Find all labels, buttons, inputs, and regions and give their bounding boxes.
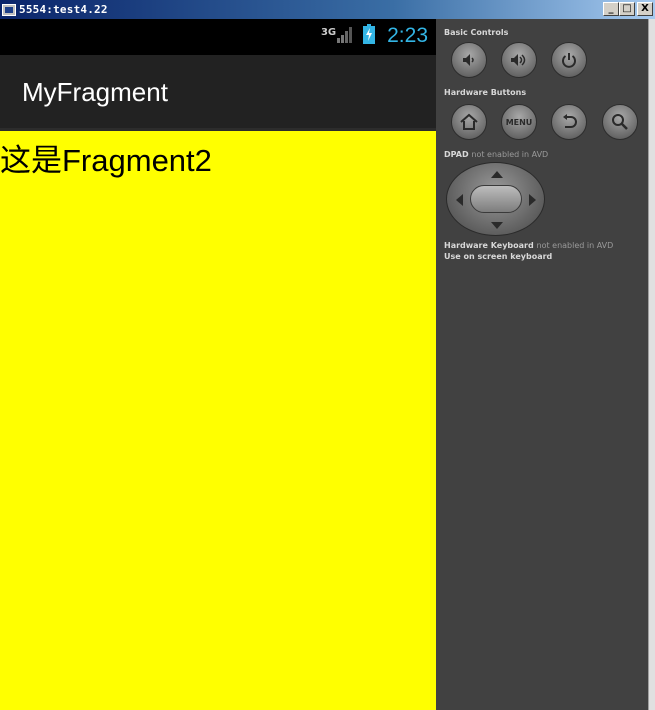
window-titlebar[interactable]: 5554:test4.22 _ □ X bbox=[0, 0, 655, 19]
volume-up-button[interactable] bbox=[501, 42, 537, 78]
search-icon bbox=[611, 113, 629, 131]
back-button[interactable] bbox=[551, 104, 587, 140]
volume-down-button[interactable] bbox=[451, 42, 487, 78]
network-type-label: 3G bbox=[320, 26, 337, 38]
minimize-button[interactable]: _ bbox=[603, 2, 619, 16]
keyboard-label-row: Hardware Keyboard not enabled in AVD bbox=[444, 241, 613, 250]
status-icons: 3G 2:23 bbox=[321, 24, 428, 48]
search-button[interactable] bbox=[602, 104, 638, 140]
back-icon bbox=[560, 113, 578, 131]
action-bar: MyFragment bbox=[0, 55, 436, 131]
menu-button[interactable]: MENU bbox=[501, 104, 537, 140]
dpad-label-row: DPAD not enabled in AVD bbox=[444, 150, 548, 159]
close-button[interactable]: X bbox=[637, 2, 653, 16]
dpad-center-button[interactable] bbox=[470, 185, 522, 213]
dpad-up-icon[interactable] bbox=[491, 171, 503, 178]
status-time: 2:23 bbox=[387, 24, 428, 47]
fragment-text: 这是Fragment2 bbox=[0, 143, 212, 178]
home-icon bbox=[459, 113, 479, 131]
keyboard-hint: Use on screen keyboard bbox=[444, 252, 553, 261]
menu-icon: MENU bbox=[505, 117, 533, 127]
dpad-note: not enabled in AVD bbox=[471, 150, 549, 159]
dpad[interactable] bbox=[446, 162, 545, 236]
power-button[interactable] bbox=[551, 42, 587, 78]
emulator-controls-panel: Basic Controls Hardware Buttons MENU DPA… bbox=[436, 19, 648, 710]
dpad-left-icon[interactable] bbox=[456, 194, 463, 206]
keyboard-note: not enabled in AVD bbox=[536, 241, 614, 250]
dpad-label: DPAD bbox=[444, 150, 469, 159]
maximize-button[interactable]: □ bbox=[619, 2, 635, 16]
phone-screen: 3G 2:23 MyFragment 这是Fragment2 bbox=[0, 19, 436, 710]
volume-down-icon bbox=[460, 51, 478, 69]
window-scrollbar[interactable] bbox=[648, 19, 655, 710]
window-title: 5554:test4.22 bbox=[19, 3, 108, 16]
status-bar: 3G 2:23 bbox=[0, 19, 436, 55]
app-title: MyFragment bbox=[22, 77, 168, 107]
window-buttons: _ □ X bbox=[603, 2, 653, 16]
app-window-icon bbox=[2, 3, 16, 16]
keyboard-label: Hardware Keyboard bbox=[444, 241, 534, 250]
signal-icon bbox=[337, 25, 353, 47]
fragment-content: 这是Fragment2 bbox=[0, 131, 436, 710]
home-button[interactable] bbox=[451, 104, 487, 140]
hardware-buttons-label: Hardware Buttons bbox=[444, 88, 527, 97]
dpad-down-icon[interactable] bbox=[491, 222, 503, 229]
dpad-right-icon[interactable] bbox=[529, 194, 536, 206]
battery-charging-icon bbox=[363, 24, 376, 48]
basic-controls-label: Basic Controls bbox=[444, 28, 509, 37]
power-icon bbox=[560, 51, 578, 69]
volume-up-icon bbox=[509, 51, 529, 69]
